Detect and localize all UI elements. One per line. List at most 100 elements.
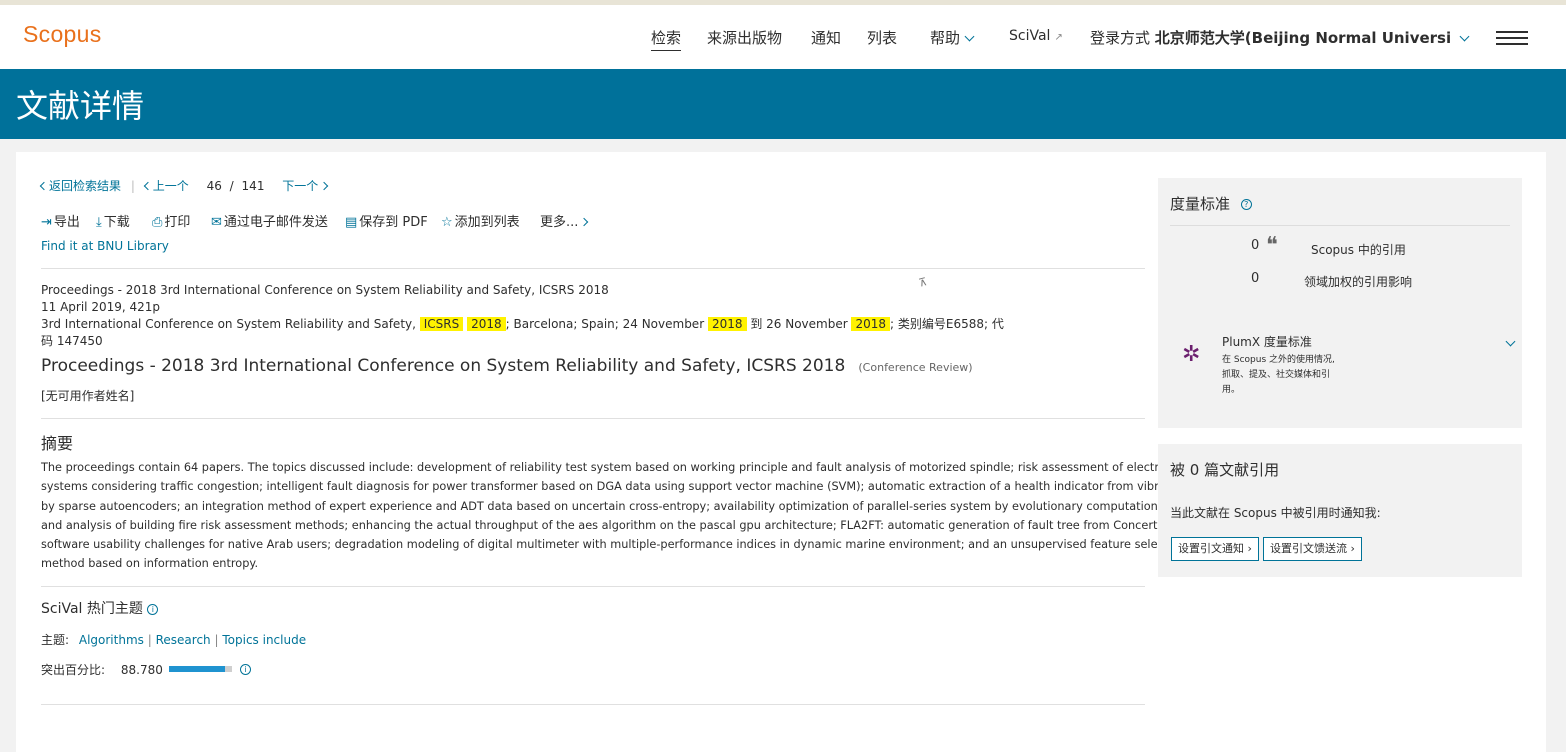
back-to-results-link[interactable]: 返回检索结果	[39, 179, 122, 193]
nav-search[interactable]: 检索	[651, 27, 682, 51]
fwci-label: 领域加权的引用影响	[1304, 275, 1413, 289]
citations-count[interactable]: 0	[1251, 238, 1259, 253]
save-pdf-button[interactable]: ▤ 保存到 PDF	[345, 211, 428, 230]
print-button[interactable]: ⎙ 打印	[152, 211, 190, 230]
topics-label: 主题:	[41, 633, 70, 647]
topic-link[interactable]: Algorithms	[79, 633, 144, 647]
source-title: Proceedings - 2018 3rd International Con…	[41, 283, 609, 297]
plumx-description: 在 Scopus 之外的使用情况, 抓取、提及、社交媒体和引 用。	[1222, 353, 1335, 398]
highlight: ICSRS	[419, 317, 464, 331]
conference-info: 3rd International Conference on System R…	[41, 316, 1004, 333]
nav-alerts[interactable]: 通知	[811, 27, 841, 48]
author-list: [无可用作者姓名]	[41, 389, 135, 403]
email-button[interactable]: ✉ 通过电子邮件发送	[211, 211, 328, 230]
cited-by-heading: 被 0 篇文献引用	[1170, 461, 1280, 479]
menu-icon[interactable]	[1496, 31, 1528, 45]
add-to-list-button[interactable]: ☆ 添加到列表	[441, 211, 520, 230]
topic-link[interactable]: Research	[156, 633, 211, 647]
email-icon: ✉	[211, 215, 222, 230]
chevron-left-icon	[39, 181, 49, 191]
nav-help[interactable]: 帮助	[930, 27, 975, 48]
library-link[interactable]: Find it at BNU Library	[41, 239, 169, 253]
conference-text: ; 类别编号E6588; 代	[890, 317, 1004, 331]
prev-label: 上一个	[152, 179, 189, 193]
chevron-down-icon[interactable]	[1505, 336, 1516, 347]
notify-text: 当此文献在 Scopus 中被引用时通知我:	[1170, 506, 1381, 520]
info-icon[interactable]: i	[147, 603, 159, 615]
divider	[41, 704, 1145, 705]
set-citation-feed-button[interactable]: 设置引文馈送流 ›	[1263, 537, 1362, 561]
document-title-row: Proceedings - 2018 3rd International Con…	[41, 356, 973, 376]
nav-scival[interactable]: SciVal ↗	[1009, 28, 1063, 44]
topics-row: 主题: Algorithms | Research | Topics inclu…	[41, 631, 306, 648]
divider	[41, 268, 1145, 269]
download-icon: ⤓	[96, 215, 102, 230]
divider	[41, 418, 1145, 419]
export-button[interactable]: ⇥ 导出	[41, 211, 80, 230]
main-content: 返回检索结果 | 上一个 46 / 141 下一个 ⇥ 导出 ⤓ 下载 ⎙ 打印 ✉ 通…	[16, 152, 1546, 752]
pdf-icon: ▤	[345, 215, 358, 230]
login-menu[interactable]: 登录方式 北京师范大学(Beijing Normal Universi	[1090, 27, 1470, 48]
abstract-line: method based on information entropy.	[41, 557, 259, 571]
nav-sources[interactable]: 来源出版物	[707, 27, 782, 48]
plumx-desc-line: 用。	[1222, 385, 1241, 395]
scival-heading: SciVal 热门主题	[41, 601, 143, 617]
nav-lists[interactable]: 列表	[867, 27, 897, 48]
back-label: 返回检索结果	[49, 179, 122, 193]
abstract-line: systems considering traffic congestion; …	[41, 480, 1227, 494]
index-separator: /	[229, 179, 234, 193]
plumx-desc-line: 抓取、提及、社交媒体和引	[1222, 370, 1331, 380]
login-institution: 北京师范大学(Beijing Normal Universi	[1154, 29, 1452, 47]
topic-separator: |	[147, 633, 152, 647]
info-icon[interactable]: i	[240, 664, 251, 675]
publication-date: 11 April 2019, 421p	[41, 300, 161, 314]
alert-btn-label: 设置引文通知	[1178, 542, 1244, 555]
print-label: 打印	[164, 215, 191, 230]
chevron-down-icon	[964, 31, 975, 42]
scival-heading-row: SciVal 热门主题 i	[41, 598, 159, 618]
prev-result-link[interactable]: 上一个	[143, 179, 189, 193]
percentile-bar-fill	[169, 666, 225, 672]
topic-separator: |	[214, 633, 219, 647]
abstract-line: The proceedings contain 64 papers. The t…	[41, 461, 1217, 474]
export-label: 导出	[53, 215, 80, 230]
percentile-value: 88.780	[120, 663, 163, 677]
next-result-link[interactable]: 下一个	[282, 179, 329, 193]
abstract-line: by sparse autoencoders; an integration m…	[41, 499, 1232, 513]
chevron-right-icon: ›	[1244, 542, 1252, 555]
topic-link[interactable]: Topics include	[222, 633, 306, 647]
plumx-icon: ✲	[1182, 342, 1201, 367]
divider	[41, 586, 1145, 587]
fwci-value: 0	[1251, 271, 1260, 286]
abstract-line: software usability challenges for native…	[41, 538, 1186, 552]
citations-label: Scopus 中的引用	[1311, 243, 1406, 257]
chevron-right-icon	[320, 181, 329, 191]
add-list-label: 添加到列表	[454, 215, 520, 230]
document-title: Proceedings - 2018 3rd International Con…	[41, 356, 846, 376]
divider: |	[130, 179, 135, 193]
more-button[interactable]: 更多...	[540, 211, 589, 230]
conference-text: 3rd International Conference on System R…	[41, 317, 416, 331]
metrics-heading: 度量标准	[1170, 195, 1231, 213]
percentile-row: 突出百分比: 88.780	[41, 661, 163, 678]
help-icon[interactable]: ?	[1240, 199, 1252, 210]
conference-text: 到 26 November	[750, 317, 848, 331]
page-title: 文献详情	[16, 87, 145, 125]
more-label: 更多...	[540, 215, 579, 230]
download-button[interactable]: ⤓ 下载	[96, 211, 130, 230]
chevron-left-icon	[143, 181, 152, 191]
abstract-heading: 摘要	[41, 434, 74, 453]
set-citation-alert-button[interactable]: 设置引文通知 ›	[1171, 537, 1259, 561]
scopus-logo[interactable]: Scopus	[23, 21, 102, 48]
plumx-desc-line: 在 Scopus 之外的使用情况,	[1222, 355, 1335, 365]
quote-icon: ❝	[1266, 233, 1278, 258]
plumx-title[interactable]: PlumX 度量标准	[1222, 333, 1312, 350]
percentile-bar	[169, 666, 232, 672]
percentile-label: 突出百分比:	[41, 663, 106, 677]
next-label: 下一个	[282, 179, 319, 193]
result-navigation: 返回检索结果 | 上一个 46 / 141 下一个	[39, 177, 329, 194]
metrics-panel: 度量标准 ? 0 ❝ Scopus 中的引用 0 领域加权的引用影响 ✲ Plu…	[1158, 178, 1522, 428]
abstract-text: The proceedings contain 64 papers. The t…	[41, 458, 1232, 574]
feed-btn-label: 设置引文馈送流	[1270, 542, 1347, 555]
metrics-heading-row: 度量标准 ?	[1170, 193, 1252, 214]
